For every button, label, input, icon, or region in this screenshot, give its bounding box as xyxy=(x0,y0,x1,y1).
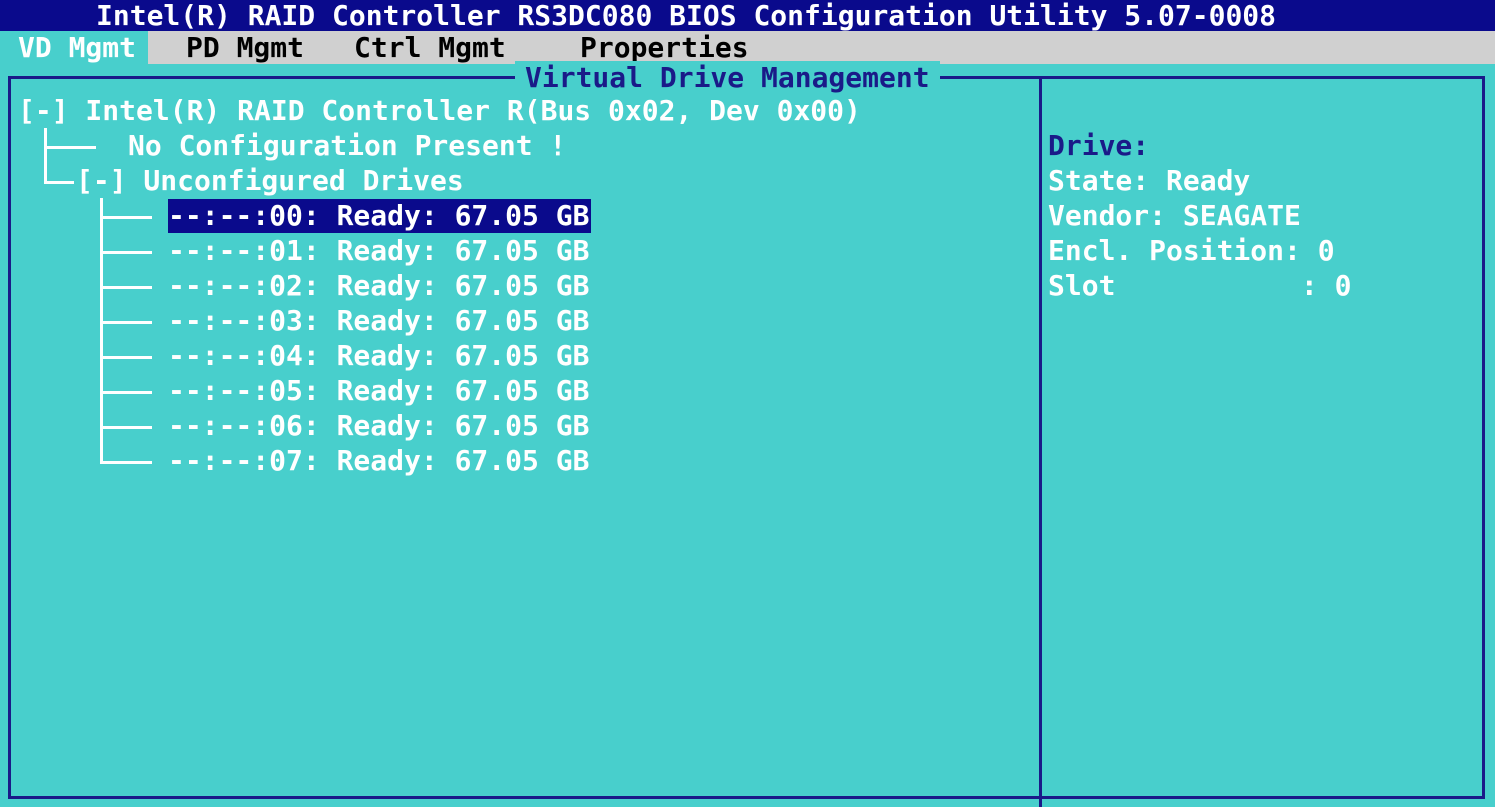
detail-vendor: Vendor: SEAGATE xyxy=(1048,199,1301,232)
tree-connector xyxy=(100,251,152,254)
detail-encl-position: Encl. Position: 0 xyxy=(1048,234,1335,267)
drive-item-05[interactable]: --:--:05: Ready: 67.05 GB xyxy=(168,374,589,408)
drive-item-07[interactable]: --:--:07: Ready: 67.05 GB xyxy=(168,444,589,478)
tree-connector xyxy=(100,286,152,289)
tree-connector xyxy=(44,146,96,149)
tree-connector xyxy=(44,181,74,184)
window-title: Intel(R) RAID Controller RS3DC080 BIOS C… xyxy=(96,0,1277,32)
tree-connector xyxy=(44,128,47,182)
detail-slot: Slot : 0 xyxy=(1048,269,1352,302)
drive-item-01[interactable]: --:--:01: Ready: 67.05 GB xyxy=(168,234,589,268)
tab-ctrl-mgmt[interactable]: Ctrl Mgmt xyxy=(354,31,506,64)
drive-item-00[interactable]: --:--:00: Ready: 67.05 GB xyxy=(168,199,592,233)
tree-connector xyxy=(100,321,152,324)
detail-drive-label: Drive: xyxy=(1048,129,1150,162)
detail-state: State: Ready xyxy=(1048,164,1251,197)
tree-connector xyxy=(100,216,152,219)
tree-connector xyxy=(100,426,152,429)
panel-divider xyxy=(1039,76,1042,807)
tree-connector xyxy=(100,461,152,464)
tree-unconfigured-drives[interactable]: [-] Unconfigured Drives xyxy=(76,164,464,198)
drive-item-06[interactable]: --:--:06: Ready: 67.05 GB xyxy=(168,409,589,443)
tab-pd-mgmt[interactable]: PD Mgmt xyxy=(186,31,304,64)
tree-connector xyxy=(100,198,103,462)
tree-connector xyxy=(100,391,152,394)
panel-title: Virtual Drive Management xyxy=(515,61,940,95)
menu-bar: VD Mgmt PD Mgmt Ctrl Mgmt Properties xyxy=(0,31,1495,64)
tab-properties[interactable]: Properties xyxy=(580,31,749,64)
tree-no-config[interactable]: No Configuration Present ! xyxy=(128,129,566,163)
title-bar: Intel(R) RAID Controller RS3DC080 BIOS C… xyxy=(0,0,1495,31)
bios-screen: Intel(R) RAID Controller RS3DC080 BIOS C… xyxy=(0,0,1495,807)
drive-item-04[interactable]: --:--:04: Ready: 67.05 GB xyxy=(168,339,589,373)
tree-connector xyxy=(100,356,152,359)
tab-vd-mgmt[interactable]: VD Mgmt xyxy=(0,31,149,64)
tree-controller-node[interactable]: [-] Intel(R) RAID Controller R(Bus 0x02,… xyxy=(18,94,861,128)
drive-item-03[interactable]: --:--:03: Ready: 67.05 GB xyxy=(168,304,589,338)
drive-item-02[interactable]: --:--:02: Ready: 67.05 GB xyxy=(168,269,589,303)
